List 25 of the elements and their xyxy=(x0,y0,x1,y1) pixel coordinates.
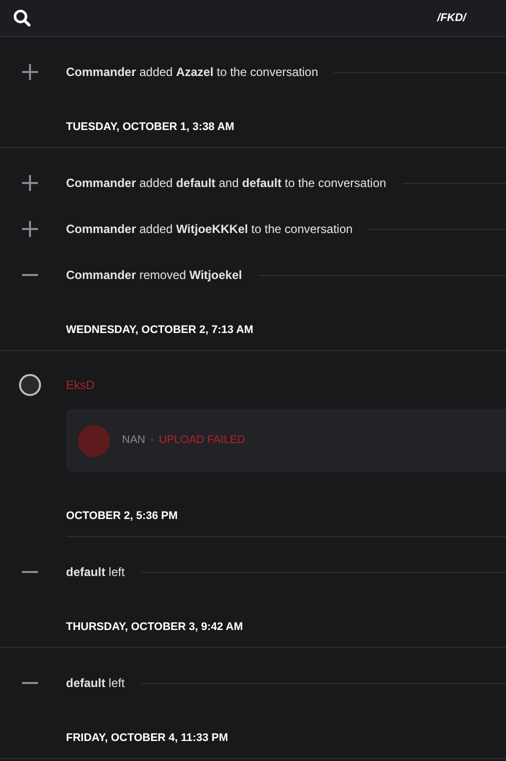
minus-icon xyxy=(22,274,38,276)
event-text: Commander added Azazel to the conversation xyxy=(66,64,318,81)
event-text: Commander added WitjoeKKKel to the conversation xyxy=(66,221,353,238)
upload-status: UPLOAD FAILED xyxy=(158,433,246,448)
minus-icon xyxy=(22,571,38,573)
event-text: Commander added default and default to the conversation xyxy=(66,175,386,192)
separator-dot: · xyxy=(150,433,154,448)
file-name: NAN xyxy=(122,433,146,448)
timestamp: OCTOBER 2, 5:36 PM xyxy=(66,510,179,523)
event-text: default left xyxy=(66,675,125,692)
event-text: Commander removed Witjoekel xyxy=(66,267,242,284)
avatar xyxy=(19,374,41,396)
file-icon xyxy=(78,424,110,456)
timestamp: WEDNESDAY, OCTOBER 2, 7:13 AM xyxy=(66,324,254,337)
minus-icon xyxy=(22,682,38,684)
plus-icon xyxy=(22,175,38,191)
event-text: default left xyxy=(66,564,125,581)
plus-icon xyxy=(22,64,38,80)
plus-icon xyxy=(22,221,38,237)
conversation-title: /FKD/ xyxy=(437,10,466,26)
timestamp: THURSDAY, OCTOBER 3, 9:42 AM xyxy=(66,621,244,634)
timestamp: FRIDAY, OCTOBER 4, 11:33 PM xyxy=(66,732,229,745)
author-name[interactable]: EksD xyxy=(66,376,95,394)
search-icon[interactable] xyxy=(13,9,31,27)
timestamp: TUESDAY, OCTOBER 1, 3:38 AM xyxy=(66,121,236,134)
